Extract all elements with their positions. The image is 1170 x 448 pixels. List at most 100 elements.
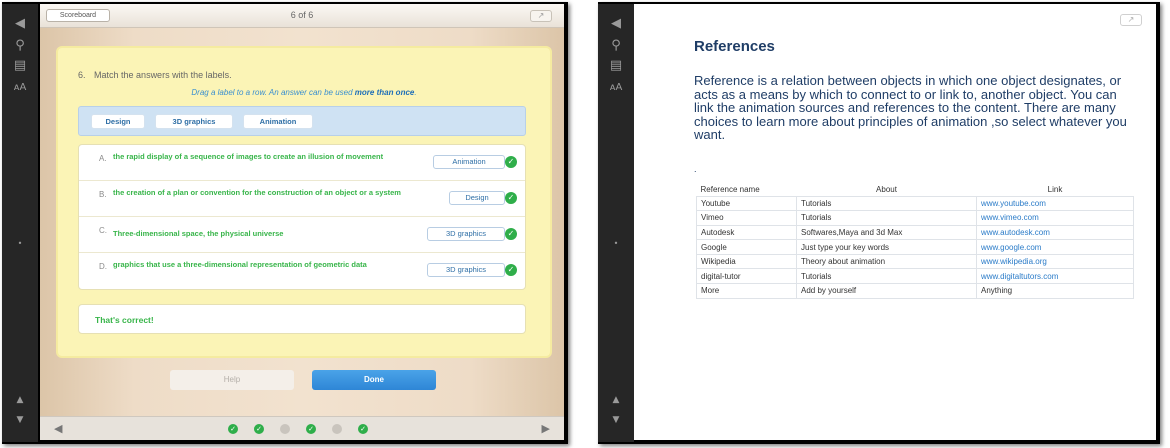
table-link[interactable]: www.google.com xyxy=(976,239,1134,255)
right-ibook-screen: ◀ ⚲ ▤ ᴀA • ▲ ▼ ↗ References Reference is… xyxy=(598,2,1160,444)
share-icon[interactable]: ↗ xyxy=(530,10,552,22)
scroll-down-icon[interactable]: ▼ xyxy=(2,412,38,428)
answer-chip[interactable]: Design xyxy=(449,191,505,205)
search-icon[interactable]: ⚲ xyxy=(2,38,38,54)
table-cell: digital-tutor xyxy=(696,268,797,285)
match-row-b[interactable]: B. the creation of a plan or convention … xyxy=(79,181,525,217)
progress-dot-1[interactable]: ✓ xyxy=(228,424,238,434)
back-arrow-icon[interactable]: ◀ xyxy=(2,16,38,32)
progress-dot-6[interactable]: ✓ xyxy=(358,424,368,434)
instruction-suffix: . xyxy=(414,88,417,97)
left-ibook-screen: ◀ ⚲ ▤ ᴀA • ▲ ▼ Scoreboard 6 of 6 ↗ 6. Ma… xyxy=(2,2,568,444)
table-link[interactable]: www.autodesk.com xyxy=(976,224,1134,241)
label-chip-design[interactable]: Design xyxy=(91,114,145,129)
table-link[interactable]: www.digitaltutors.com xyxy=(976,268,1134,285)
instruction-emphasis: more than once xyxy=(354,88,415,97)
answer-chip[interactable]: 3D graphics xyxy=(427,227,505,241)
scroll-down-icon[interactable]: ▼ xyxy=(598,412,634,428)
table-row: Wikipedia Theory about animation www.wik… xyxy=(696,253,1134,270)
progress-dot-5[interactable] xyxy=(332,424,342,434)
answer-chip[interactable]: Animation xyxy=(433,155,505,169)
table-link[interactable]: www.youtube.com xyxy=(976,195,1134,212)
match-row-a[interactable]: A. the rapid display of a sequence of im… xyxy=(79,145,525,181)
check-icon: ✓ xyxy=(505,228,517,240)
table-link[interactable]: www.wikipedia.org xyxy=(976,253,1134,270)
font-size-button[interactable]: ᴀA xyxy=(2,80,38,96)
next-page-icon[interactable]: ▶ xyxy=(542,422,550,435)
progress-dot-4[interactable]: ✓ xyxy=(306,424,316,434)
match-rows: A. the rapid display of a sequence of im… xyxy=(78,144,526,290)
check-icon: ✓ xyxy=(505,192,517,204)
scroll-up-icon[interactable]: ▲ xyxy=(598,392,634,408)
row-letter: D. xyxy=(99,262,107,271)
table-cell: Tutorials xyxy=(796,195,977,212)
table-cell: Add by yourself xyxy=(796,283,977,299)
references-page: ↗ References Reference is a relation bet… xyxy=(634,4,1156,440)
notes-icon[interactable]: ▤ xyxy=(598,58,634,74)
match-row-c[interactable]: C. Three-dimensional space, the physical… xyxy=(79,217,525,253)
table-row: More Add by yourself Anything xyxy=(696,283,1134,299)
page-title: References xyxy=(694,38,775,55)
row-text: graphics that use a three-dimensional re… xyxy=(113,260,367,269)
stray-mark: . xyxy=(694,164,697,174)
references-table: Reference name About Link Youtube Tutori… xyxy=(696,184,1134,299)
font-size-button[interactable]: ᴀA xyxy=(598,80,634,96)
table-link[interactable]: www.vimeo.com xyxy=(976,210,1134,226)
quiz-page: Scoreboard 6 of 6 ↗ 6. Match the answers… xyxy=(40,4,564,440)
table-cell: Tutorials xyxy=(796,268,977,285)
scroll-up-icon[interactable]: ▲ xyxy=(2,392,38,408)
table-cell: Google xyxy=(696,239,797,255)
table-cell: Wikipedia xyxy=(696,253,797,270)
search-icon[interactable]: ⚲ xyxy=(598,38,634,54)
notes-icon[interactable]: ▤ xyxy=(2,58,38,74)
page-marker-dot-icon: • xyxy=(17,239,23,248)
progress-dot-2[interactable]: ✓ xyxy=(254,424,264,434)
table-header-row: Reference name About Link xyxy=(697,184,1134,196)
side-toolbar: ◀ ⚲ ▤ ᴀA • ▲ ▼ xyxy=(598,4,634,442)
back-arrow-icon[interactable]: ◀ xyxy=(598,16,634,32)
question-prompt: 6. Match the answers with the labels. xyxy=(78,70,232,80)
progress-dot-3[interactable] xyxy=(280,424,290,434)
table-cell: Softwares,Maya and 3d Max xyxy=(796,224,977,241)
help-button[interactable]: Help xyxy=(170,370,294,390)
side-toolbar: ◀ ⚲ ▤ ᴀA • ▲ ▼ xyxy=(2,4,38,442)
question-number: 6. xyxy=(78,70,86,80)
table-row: Youtube Tutorials www.youtube.com xyxy=(696,195,1134,212)
table-cell: Autodesk xyxy=(696,224,797,241)
instruction: Drag a label to a row. An answer can be … xyxy=(58,88,550,97)
label-bank: Design 3D graphics Animation xyxy=(78,106,526,136)
table-row: Autodesk Softwares,Maya and 3d Max www.a… xyxy=(696,224,1134,241)
match-row-d[interactable]: D. graphics that use a three-dimensional… xyxy=(79,253,525,291)
quiz-card: 6. Match the answers with the labels. Dr… xyxy=(56,46,552,358)
label-chip-3d-graphics[interactable]: 3D graphics xyxy=(155,114,233,129)
table-cell: More xyxy=(696,283,797,299)
share-icon[interactable]: ↗ xyxy=(1120,14,1142,26)
table-cell: Just type your key words xyxy=(796,239,977,255)
body-paragraph: Reference is a relation between objects … xyxy=(694,73,1127,143)
check-icon: ✓ xyxy=(505,156,517,168)
table-cell: Anything xyxy=(976,283,1134,299)
table-header: Reference name xyxy=(700,185,760,195)
instruction-prefix: Drag a label to a row. An answer can be … xyxy=(191,88,353,97)
table-cell: Theory about animation xyxy=(796,253,977,270)
table-cell: Tutorials xyxy=(796,210,977,226)
row-letter: B. xyxy=(99,190,107,199)
table-row: Google Just type your key words www.goog… xyxy=(696,239,1134,255)
done-button[interactable]: Done xyxy=(312,370,436,390)
table-row: digital-tutor Tutorials www.digitaltutor… xyxy=(696,268,1134,285)
table-cell: Vimeo xyxy=(696,210,797,226)
page-marker-dot-icon: • xyxy=(613,239,619,248)
table-cell: Youtube xyxy=(696,195,797,212)
row-text: the rapid display of a sequence of image… xyxy=(113,152,384,161)
row-text: Three-dimensional space, the physical un… xyxy=(113,229,284,238)
check-icon: ✓ xyxy=(505,264,517,276)
table-header: About xyxy=(876,185,897,195)
page-indicator: 6 of 6 xyxy=(290,10,314,20)
bottom-nav-bar: ◀ ✓ ✓ ✓ ✓ ▶ xyxy=(40,416,564,440)
question-text: Match the answers with the labels. xyxy=(94,70,232,80)
label-chip-animation[interactable]: Animation xyxy=(243,114,313,129)
answer-chip[interactable]: 3D graphics xyxy=(427,263,505,277)
feedback-box: That's correct! xyxy=(78,304,526,334)
top-bar: Scoreboard 6 of 6 ↗ xyxy=(40,4,564,28)
previous-page-icon[interactable]: ◀ xyxy=(54,422,62,435)
